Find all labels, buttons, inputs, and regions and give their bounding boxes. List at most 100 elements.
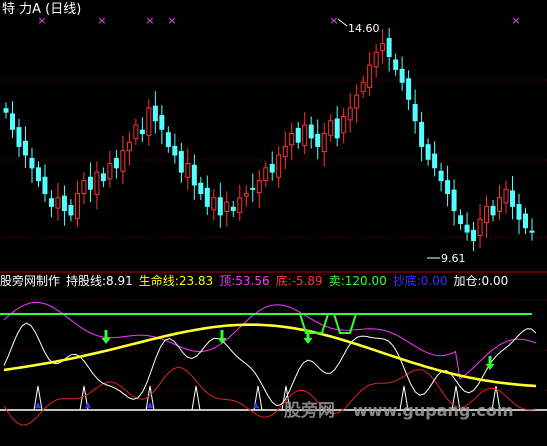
indicator-value-6: 加仓:0.00: [453, 274, 509, 288]
candle: [22, 126, 28, 168]
candle: [35, 161, 41, 188]
top-x-markers: × × × × × ×: [37, 14, 520, 27]
candle: [393, 53, 399, 76]
candle: [354, 84, 360, 123]
candle: [68, 199, 74, 222]
candle: [490, 199, 496, 222]
buy-triangle-icon: [147, 402, 153, 408]
x-marker-icon: ×: [329, 14, 338, 27]
candle: [159, 104, 165, 145]
candle: [48, 190, 54, 218]
candle: [458, 209, 464, 230]
candle: [484, 195, 490, 238]
candle: [165, 126, 171, 153]
candle: [523, 207, 529, 235]
candle: [178, 142, 184, 183]
indicator-legend: 股旁网制作 持股线:8.91 生命线:23.83 顶:53.56 底:-5.89 卖:12…: [0, 273, 514, 289]
indicator-value-4: 卖:120.00: [328, 274, 387, 288]
candle: [198, 176, 204, 200]
candle: [477, 204, 483, 249]
candle: [497, 184, 503, 221]
low-price-label: 9.61: [441, 252, 466, 265]
down-arrow-icon: [217, 330, 227, 344]
candle: [243, 184, 249, 207]
indicator-name: 股旁网制作: [0, 274, 61, 288]
candle: [445, 165, 451, 207]
chart-title: 特 力A (日线): [2, 2, 82, 17]
candle: [211, 189, 217, 221]
x-marker-icon: ×: [97, 14, 106, 27]
candle: [224, 191, 230, 227]
candle: [373, 43, 379, 78]
candle: [139, 117, 145, 143]
candle: [341, 107, 347, 144]
candle: [419, 111, 425, 162]
candle: [9, 101, 15, 138]
candle: [432, 141, 438, 177]
candle: [516, 193, 522, 235]
candle: [107, 150, 113, 188]
buy-triangle-icon: [253, 402, 259, 408]
candle: [276, 146, 282, 188]
candle: [471, 221, 477, 252]
candle: [185, 148, 191, 191]
candle: [399, 56, 405, 91]
candle: [451, 179, 457, 226]
candle: [100, 167, 106, 188]
candle: [152, 91, 158, 134]
indicator-value-0: 持股线:8.91: [66, 274, 133, 288]
candle: [120, 135, 126, 185]
candle: [250, 173, 256, 203]
candle: [386, 27, 392, 72]
candle: [237, 184, 243, 221]
candle: [464, 212, 470, 241]
candle: [191, 154, 197, 200]
candle: [126, 131, 132, 166]
candle: [94, 161, 100, 210]
candle-series: [3, 27, 535, 252]
high-pointer: [337, 18, 348, 27]
candle: [113, 149, 119, 179]
candle: [217, 182, 223, 228]
candle: [302, 112, 308, 155]
hold-line: [3, 322, 537, 407]
candle: [289, 122, 295, 160]
candle: [315, 119, 321, 160]
candle: [438, 162, 444, 192]
candle: [425, 138, 431, 166]
candle: [172, 133, 178, 164]
candle: [230, 200, 236, 218]
candle: [87, 162, 93, 203]
price-annotations: 14.60 9.61: [337, 18, 466, 265]
candle: [146, 99, 152, 146]
candle: [503, 180, 509, 214]
candle: [412, 89, 418, 134]
candle: [510, 175, 516, 220]
candle: [282, 131, 288, 170]
chart-canvas: × × × × × × 14.60 9.61: [0, 14, 547, 426]
candle: [55, 182, 61, 221]
x-marker-icon: ×: [167, 14, 176, 27]
candle: [328, 114, 334, 142]
indicator-value-3: 底:-5.89: [275, 274, 323, 288]
candle: [42, 164, 48, 203]
candle: [3, 102, 9, 119]
candle: [269, 151, 275, 181]
candle: [74, 180, 80, 227]
candle: [61, 185, 67, 226]
candle: [308, 116, 314, 149]
candle: [334, 106, 340, 147]
indicator-value-2: 顶:53.56: [219, 274, 270, 288]
watermark: 股旁网 www.gupang.com: [284, 396, 514, 421]
indicator-value-1: 生命线:23.83: [138, 274, 214, 288]
high-price-label: 14.60: [348, 22, 380, 35]
candle: [295, 122, 301, 149]
candle: [81, 172, 87, 205]
price-grid: [0, 79, 547, 238]
candle: [29, 147, 35, 183]
buy-triangle-icon: [85, 402, 91, 408]
candle: [16, 119, 22, 158]
candle: [263, 161, 269, 188]
down-arrow-icon: [485, 356, 495, 370]
x-marker-icon: ×: [145, 14, 154, 27]
